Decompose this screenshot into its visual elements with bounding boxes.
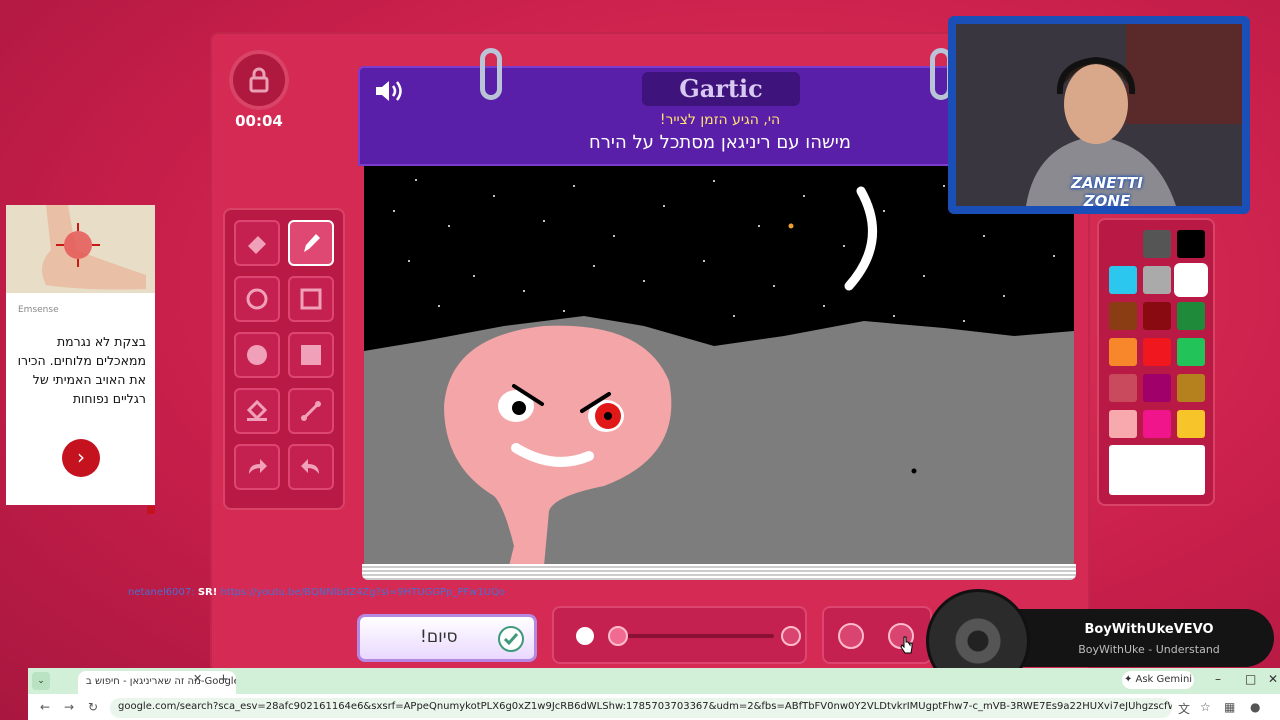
ask-gemini-label: Ask Gemini (1135, 674, 1193, 685)
chat-command: SR! (197, 587, 218, 598)
channel-badge-line1: ZANETTI (1071, 174, 1143, 192)
speaker-icon[interactable] (374, 78, 406, 104)
redo-tool[interactable] (234, 444, 280, 490)
lock-button[interactable] (229, 50, 289, 110)
color-swatch[interactable] (1143, 266, 1171, 294)
url-field[interactable]: google.com/search?sca_esv=28afc902161164… (110, 698, 1172, 718)
ad-choices-icon[interactable] (147, 506, 155, 514)
mouse-cursor-icon (900, 636, 913, 654)
brush-size-panel (552, 606, 807, 664)
color-swatch[interactable] (1177, 266, 1205, 294)
tab-title: מה זה שאריניגאן - חיפוש ב-Google (86, 676, 236, 687)
fill-bucket-tool[interactable] (234, 388, 280, 434)
color-swatch[interactable] (1177, 374, 1205, 402)
close-window-icon[interactable]: ✕ (1268, 672, 1278, 686)
minimize-icon[interactable]: – (1215, 672, 1221, 686)
chat-link[interactable]: https://youtu.be/BQNNlbdZ4Zg?si=9HTUGGPp… (220, 587, 505, 598)
browser-tab[interactable]: מה זה שאריניגאן - חיפוש ב-Google (78, 671, 236, 694)
circle-fill-tool[interactable] (234, 332, 280, 378)
ad-banner[interactable]: Emsense בצקת לא נגרמת ממאכלים מלוחים. הכ… (6, 205, 155, 505)
brush-size-slider[interactable] (554, 608, 809, 666)
square-fill-tool[interactable] (288, 332, 334, 378)
forward-icon[interactable]: → (64, 700, 74, 714)
done-button[interactable]: סיום! (357, 614, 537, 662)
bookmark-icon[interactable]: ☆ (1200, 700, 1211, 714)
tools-panel (223, 208, 345, 510)
maximize-icon[interactable]: □ (1245, 672, 1256, 686)
redo-icon (249, 459, 267, 474)
pencil-icon (304, 234, 320, 252)
webcam-overlay: ZANETTI ZONE (948, 16, 1250, 214)
opacity-buttons[interactable] (824, 608, 934, 666)
translate-icon[interactable]: 文 (1178, 700, 1190, 717)
square-outline-icon (300, 288, 322, 310)
chat-message: netanel6007: SR! https://youtu.be/BQNNlb… (128, 587, 506, 598)
color-swatch[interactable] (1143, 410, 1171, 438)
paper-edge (362, 564, 1076, 580)
new-tab-icon[interactable]: + (218, 672, 229, 687)
back-icon[interactable]: ← (40, 700, 50, 714)
tab-search-icon[interactable]: ⌄ (32, 672, 50, 690)
opacity-panel (822, 606, 932, 664)
drawing-canvas[interactable] (364, 166, 1074, 566)
current-color-preview (1109, 445, 1205, 495)
eraser-icon (248, 236, 266, 254)
color-swatch[interactable] (1177, 338, 1205, 366)
color-swatch[interactable] (1109, 338, 1137, 366)
color-swatch[interactable] (1143, 230, 1171, 258)
binder-ring (480, 48, 502, 100)
line-icon (301, 401, 321, 421)
lock-icon (249, 67, 269, 93)
color-swatch[interactable] (1143, 338, 1171, 366)
fill-bucket-icon (246, 399, 268, 421)
ad-arrow-button[interactable]: › (62, 439, 100, 477)
undo-icon (301, 459, 319, 474)
channel-badge-line2: ZONE (1083, 192, 1131, 210)
drawing (364, 166, 1074, 566)
undo-tool[interactable] (288, 444, 334, 490)
done-label: סיום! (420, 627, 458, 647)
ad-text: בצקת לא נגרמת ממאכלים מלוחים. הכירו את ה… (17, 334, 146, 406)
check-icon (498, 626, 524, 652)
color-swatch[interactable] (1109, 302, 1137, 330)
color-swatch[interactable] (1177, 230, 1205, 258)
square-outline-tool[interactable] (288, 276, 334, 322)
color-swatch[interactable] (1143, 302, 1171, 330)
gartic-logo: Gartic (642, 72, 800, 106)
url-text: google.com/search?sca_esv=28afc902161164… (118, 701, 1172, 712)
ad-image (6, 205, 155, 293)
color-palette (1097, 218, 1215, 506)
ask-gemini-button[interactable]: ✦ Ask Gemini (1122, 671, 1194, 689)
tab-strip: מה זה שאריניגאן - חיפוש ב-Google (28, 668, 1280, 694)
line-tool[interactable] (288, 388, 334, 434)
circle-fill-icon (247, 345, 267, 365)
color-swatch[interactable] (1177, 302, 1205, 330)
extensions-icon[interactable]: ▦ (1224, 700, 1235, 714)
square-fill-icon (301, 345, 321, 365)
channel-badge: ZANETTI ZONE (1052, 174, 1162, 210)
color-swatch[interactable] (1109, 410, 1137, 438)
np-artist: BoyWithUkeVEVO (1084, 622, 1214, 637)
circle-outline-icon (246, 288, 268, 310)
np-song: BoyWithUke - Understand (1078, 643, 1220, 656)
eraser-tool[interactable] (234, 220, 280, 266)
chat-user: netanel6007 (128, 587, 192, 598)
color-swatch[interactable] (1109, 374, 1137, 402)
profile-icon[interactable]: ● (1250, 700, 1260, 714)
reload-icon[interactable]: ↻ (88, 700, 98, 714)
ad-brand: Emsense (18, 305, 59, 315)
tab-close-icon[interactable]: ✕ (193, 672, 202, 685)
color-swatch[interactable] (1143, 374, 1171, 402)
timer: 00:04 (235, 112, 283, 130)
pencil-tool[interactable] (288, 220, 334, 266)
color-swatch[interactable] (1109, 266, 1137, 294)
circle-outline-tool[interactable] (234, 276, 280, 322)
color-swatch[interactable] (1177, 410, 1205, 438)
